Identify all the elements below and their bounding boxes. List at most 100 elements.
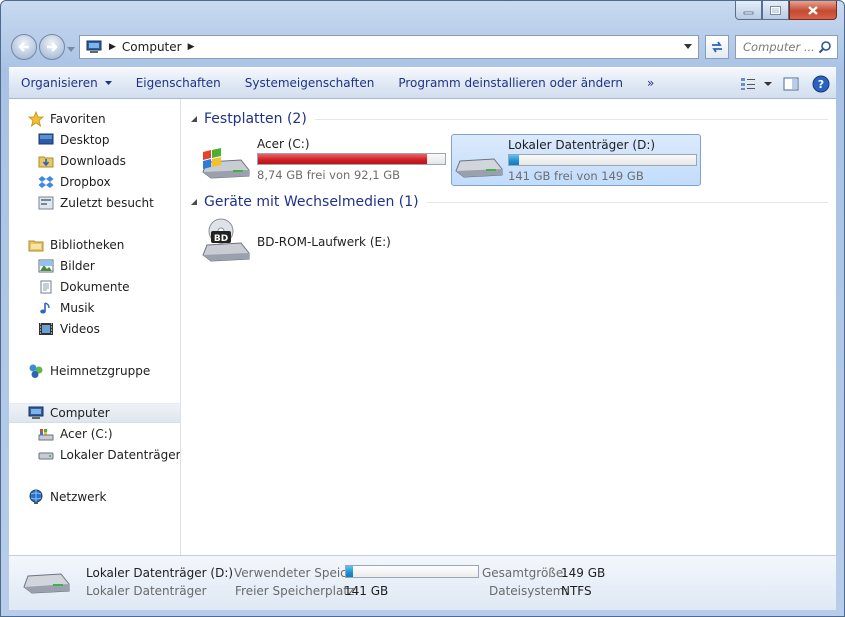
drive-tile-e[interactable]: BD BD-ROM-Laufwerk (E:) (199, 217, 449, 269)
help-button[interactable]: ? (806, 71, 836, 97)
details-used-label: Verwendeter Speic... (234, 566, 359, 580)
organize-label: Organisieren (21, 76, 98, 90)
usage-bar (508, 154, 697, 166)
usage-bar-fill (258, 154, 428, 164)
search-input[interactable]: Computer ... (743, 40, 818, 54)
sidebar-item-documents[interactable]: Dokumente (37, 277, 130, 297)
search-box[interactable]: Computer ... (735, 35, 838, 59)
sidebar-label: Downloads (60, 154, 126, 168)
details-type: Lokaler Datenträger (86, 584, 207, 598)
sidebar-label: Heimnetzgruppe (50, 364, 151, 378)
sidebar-item-recent-places[interactable]: Zuletzt besucht (37, 193, 154, 213)
search-icon[interactable] (818, 40, 832, 54)
view-options-button[interactable] (736, 71, 776, 97)
drive-tile-c[interactable]: Acer (C:) 8,74 GB frei von 92,1 GB (199, 134, 449, 186)
usage-bar (257, 153, 446, 165)
dropbox-icon (38, 176, 54, 188)
address-bar[interactable]: ▶ Computer ▶ (79, 35, 699, 59)
details-name: Lokaler Datenträger (D:) (86, 566, 234, 580)
close-button[interactable] (789, 1, 837, 20)
group-divider (426, 201, 828, 203)
music-icon (40, 302, 50, 314)
videos-icon (39, 323, 53, 335)
drive-name: Acer (C:) (257, 137, 310, 151)
sidebar-label: Favoriten (50, 112, 106, 126)
libraries-icon (28, 240, 44, 252)
bd-badge: BD (214, 234, 228, 244)
sidebar-item-drive-d[interactable]: Lokaler Datenträger (D: (37, 445, 180, 465)
arrow-right-icon (47, 42, 58, 52)
details-total-value: 149 GB (561, 566, 606, 580)
sidebar-item-dropbox[interactable]: Dropbox (37, 172, 111, 192)
homegroup-icon (29, 364, 43, 378)
drive-name: Lokaler Datenträger (D:) (508, 138, 656, 152)
navigation-pane[interactable]: Favoriten Desktop Downloads Dropbox Zule… (9, 99, 181, 555)
more-commands-button[interactable]: » (635, 70, 666, 96)
details-fs-label: Dateisystem: (489, 584, 569, 598)
drive-name: BD-ROM-Laufwerk (E:) (257, 235, 391, 249)
refresh-icon (712, 41, 722, 53)
details-free-label: Freier Speicherplatz: (235, 584, 359, 598)
collapse-triangle-icon (191, 116, 197, 122)
preview-pane-button[interactable] (776, 71, 806, 97)
drive-free-space: 141 GB frei von 149 GB (508, 169, 644, 183)
documents-icon (40, 280, 52, 294)
downloads-folder-icon (38, 156, 54, 168)
hard-drive-icon (23, 573, 70, 594)
sidebar-item-computer[interactable]: Computer (9, 403, 180, 423)
maximize-button[interactable] (762, 1, 789, 20)
minimize-button[interactable] (735, 1, 762, 20)
refresh-button[interactable] (705, 35, 729, 59)
sidebar-item-favorites[interactable]: Favoriten (27, 109, 106, 129)
windows-drive-icon (202, 148, 250, 179)
group-header-removable[interactable]: Geräte mit Wechselmedien (1) (190, 192, 828, 212)
sidebar-item-videos[interactable]: Videos (37, 319, 100, 339)
drive-tile-d[interactable]: Lokaler Datenträger (D:) 141 GB frei von… (451, 134, 701, 186)
svg-text:?: ? (818, 78, 824, 91)
properties-button[interactable]: Eigenschaften (124, 70, 233, 96)
windows-drive-icon (38, 429, 54, 441)
drive-free-space: 8,74 GB frei von 92,1 GB (257, 168, 401, 182)
preview-pane-icon (783, 77, 799, 91)
details-usage-bar (345, 565, 479, 578)
sidebar-label: Videos (60, 322, 100, 336)
sidebar-item-pictures[interactable]: Bilder (37, 256, 95, 276)
sidebar-label: Netzwerk (50, 490, 107, 504)
pictures-icon (38, 259, 54, 273)
organize-button[interactable]: Organisieren (9, 70, 124, 96)
sidebar-label: Computer (50, 406, 110, 420)
back-button[interactable] (11, 34, 37, 60)
computer-icon (86, 40, 102, 53)
breadcrumb-separator[interactable]: ▶ (188, 42, 195, 52)
breadcrumb-separator[interactable]: ▶ (109, 42, 116, 52)
details-total-label: Gesamtgröße: (482, 566, 568, 580)
caption-buttons (735, 1, 837, 21)
sidebar-item-music[interactable]: Musik (37, 298, 95, 318)
group-header-hard-disks[interactable]: Festplatten (2) (190, 109, 828, 129)
sidebar-item-drive-c[interactable]: Acer (C:) (37, 424, 113, 444)
sidebar-item-desktop[interactable]: Desktop (37, 130, 110, 150)
chevron-down-icon (67, 47, 75, 52)
chevron-down-icon[interactable] (684, 44, 692, 50)
forward-button[interactable] (39, 34, 65, 60)
bd-rom-drive-icon: BD (202, 218, 250, 262)
arrow-left-icon (18, 42, 29, 52)
sidebar-label: Dropbox (60, 175, 111, 189)
sidebar-label: Dokumente (60, 280, 130, 294)
recent-pages-dropdown[interactable] (67, 42, 75, 56)
system-properties-button[interactable]: Systemeigenschaften (233, 70, 387, 96)
desktop-icon (38, 133, 54, 145)
breadcrumb-computer[interactable]: Computer (122, 40, 182, 54)
sidebar-label: Acer (C:) (60, 427, 113, 441)
uninstall-program-button[interactable]: Programm deinstallieren oder ändern (386, 70, 635, 96)
sidebar-item-downloads[interactable]: Downloads (37, 151, 126, 171)
command-bar: Organisieren Eigenschaften Systemeigensc… (9, 67, 836, 99)
group-divider (314, 118, 828, 120)
sidebar-label: Bilder (60, 259, 95, 273)
sidebar-label: Bibliotheken (50, 238, 125, 252)
sidebar-item-homegroup[interactable]: Heimnetzgruppe (27, 361, 150, 381)
minimize-icon (743, 11, 754, 14)
content-pane[interactable]: Festplatten (2) Acer (C:) 8,74 GB frei v… (182, 99, 836, 555)
sidebar-item-libraries[interactable]: Bibliotheken (27, 235, 124, 255)
sidebar-item-network[interactable]: Netzwerk (27, 487, 106, 507)
